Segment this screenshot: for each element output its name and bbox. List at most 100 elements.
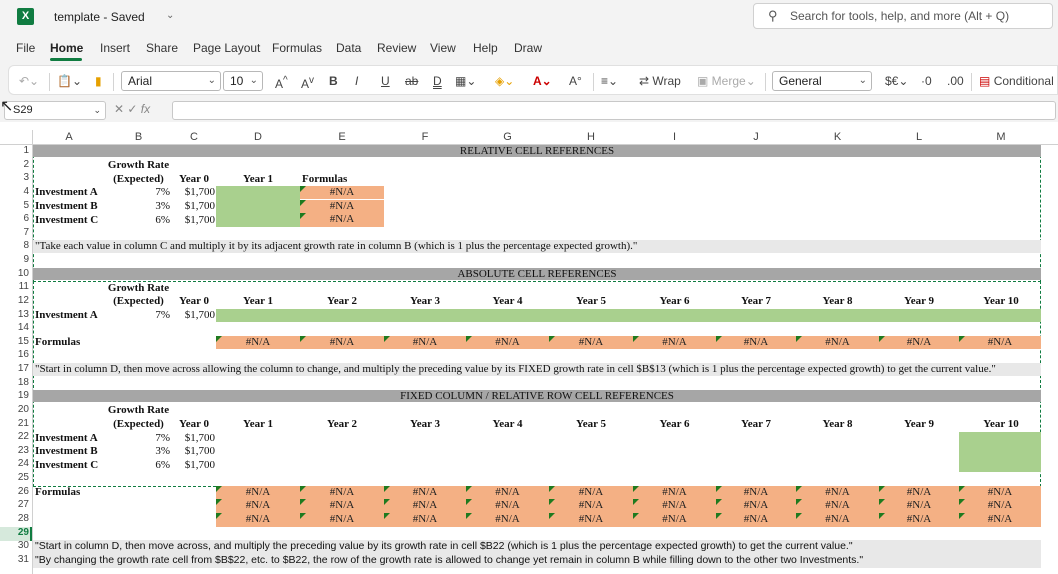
- menu-page-layout[interactable]: Page Layout: [193, 41, 260, 55]
- column-header[interactable]: E: [300, 130, 384, 145]
- undo-icon[interactable]: ↶⌄: [19, 71, 39, 91]
- formula-cell[interactable]: #N/A: [549, 513, 633, 526]
- formula-cell[interactable]: #N/A: [633, 499, 716, 512]
- formula-cell[interactable]: #N/A: [796, 499, 879, 512]
- formula-cell[interactable]: #N/A: [216, 513, 300, 526]
- formula-cell[interactable]: #N/A: [959, 499, 1041, 512]
- formula-cell[interactable]: #N/A: [879, 336, 959, 349]
- fill-color-icon[interactable]: ◈⌄: [495, 71, 514, 91]
- formula-cell[interactable]: #N/A: [300, 499, 384, 512]
- formula-cell[interactable]: #N/A: [716, 336, 796, 349]
- row-header[interactable]: 25: [0, 472, 32, 483]
- merge-button[interactable]: ▣ Merge⌄: [697, 71, 756, 91]
- row-header[interactable]: 6: [0, 213, 32, 224]
- borders-icon[interactable]: ▦⌄: [455, 71, 476, 91]
- formula-cell[interactable]: #N/A: [959, 513, 1041, 526]
- menu-view[interactable]: View: [430, 41, 456, 55]
- row-header[interactable]: 8: [0, 240, 32, 251]
- menu-data[interactable]: Data: [336, 41, 361, 55]
- bold-icon[interactable]: B: [329, 71, 338, 91]
- formula-cell[interactable]: #N/A: [633, 486, 716, 499]
- column-header[interactable]: F: [384, 130, 466, 145]
- menu-help[interactable]: Help: [473, 41, 498, 55]
- column-header[interactable]: L: [879, 130, 959, 145]
- formula-cell[interactable]: #N/A: [879, 486, 959, 499]
- row-header-selected[interactable]: 29: [0, 527, 32, 538]
- menu-home[interactable]: Home: [50, 41, 83, 55]
- row-header[interactable]: 10: [0, 268, 32, 279]
- row-header[interactable]: 19: [0, 390, 32, 401]
- row-header[interactable]: 7: [0, 227, 32, 238]
- column-header[interactable]: C: [172, 130, 216, 145]
- formula-cell[interactable]: #N/A: [633, 336, 716, 349]
- row-header[interactable]: 17: [0, 363, 32, 374]
- row-header[interactable]: 21: [0, 418, 32, 429]
- formula-cell[interactable]: #N/A: [300, 186, 384, 199]
- search-input[interactable]: ⚲ Search for tools, help, and more (Alt …: [753, 3, 1053, 29]
- row-header[interactable]: 27: [0, 499, 32, 510]
- spreadsheet-grid[interactable]: A B C D E F G H I J K L M 1 2 3 4 5 6 7 …: [0, 122, 1058, 574]
- row-header[interactable]: 14: [0, 322, 32, 333]
- year1-green-range[interactable]: [216, 186, 300, 227]
- row-header[interactable]: 2: [0, 159, 32, 170]
- row-header[interactable]: 4: [0, 186, 32, 197]
- formula-cell[interactable]: #N/A: [384, 499, 466, 512]
- row-header[interactable]: 12: [0, 295, 32, 306]
- row-header[interactable]: 23: [0, 445, 32, 456]
- row-header[interactable]: 15: [0, 336, 32, 347]
- currency-button[interactable]: $€⌄: [885, 71, 908, 91]
- column-header[interactable]: K: [796, 130, 879, 145]
- number-format-select[interactable]: General ⌄: [772, 71, 872, 91]
- formula-cell[interactable]: #N/A: [300, 486, 384, 499]
- column-header[interactable]: D: [216, 130, 300, 145]
- menu-file[interactable]: File: [16, 41, 35, 55]
- formula-cell[interactable]: #N/A: [216, 499, 300, 512]
- font-name-select[interactable]: Arial ⌄: [121, 71, 221, 91]
- menu-review[interactable]: Review: [377, 41, 416, 55]
- increase-decimal-icon[interactable]: .00: [947, 71, 964, 91]
- row-header[interactable]: 22: [0, 431, 32, 442]
- column-header[interactable]: A: [33, 130, 105, 145]
- formula-cell[interactable]: #N/A: [466, 486, 549, 499]
- conditional-formatting-button[interactable]: ▤ Conditional: [979, 71, 1054, 91]
- font-size-select[interactable]: 10 ⌄: [223, 71, 263, 91]
- font-color-icon[interactable]: A⌄: [533, 71, 552, 91]
- row-header[interactable]: 28: [0, 513, 32, 524]
- formula-cell[interactable]: #N/A: [959, 486, 1041, 499]
- formula-cell[interactable]: #N/A: [216, 486, 300, 499]
- formula-cell[interactable]: #N/A: [549, 336, 633, 349]
- formula-cell[interactable]: #N/A: [716, 513, 796, 526]
- formula-cell[interactable]: #N/A: [879, 499, 959, 512]
- decrease-decimal-icon[interactable]: ·0: [921, 71, 932, 91]
- chevron-down-icon[interactable]: ⌄: [166, 10, 174, 21]
- formula-cell[interactable]: #N/A: [959, 336, 1041, 349]
- row-header[interactable]: 24: [0, 458, 32, 469]
- formula-cell[interactable]: #N/A: [384, 513, 466, 526]
- increase-font-icon[interactable]: A^: [275, 71, 288, 91]
- double-underline-icon[interactable]: D: [433, 71, 442, 91]
- formula-cell[interactable]: #N/A: [716, 486, 796, 499]
- menu-draw[interactable]: Draw: [514, 41, 542, 55]
- formula-cell[interactable]: #N/A: [633, 513, 716, 526]
- strikethrough-icon[interactable]: ab: [405, 71, 418, 91]
- menu-insert[interactable]: Insert: [100, 41, 130, 55]
- row-header[interactable]: 18: [0, 377, 32, 388]
- formula-cell[interactable]: #N/A: [716, 499, 796, 512]
- formula-cell[interactable]: #N/A: [300, 336, 384, 349]
- row-header[interactable]: 30: [0, 540, 32, 551]
- formula-cell[interactable]: #N/A: [466, 499, 549, 512]
- column-header[interactable]: H: [549, 130, 633, 145]
- row-header[interactable]: 11: [0, 281, 32, 292]
- row-header[interactable]: 31: [0, 554, 32, 565]
- align-icon[interactable]: ≡⌄: [601, 71, 618, 91]
- row-header[interactable]: 3: [0, 172, 32, 183]
- italic-icon[interactable]: I: [355, 71, 358, 91]
- formula-cell[interactable]: #N/A: [216, 336, 300, 349]
- formula-cell[interactable]: #N/A: [879, 513, 959, 526]
- row-header[interactable]: 9: [0, 254, 32, 265]
- column-header[interactable]: J: [716, 130, 796, 145]
- menu-share[interactable]: Share: [146, 41, 178, 55]
- formula-cell[interactable]: #N/A: [549, 486, 633, 499]
- year10-green-range[interactable]: [959, 432, 1041, 472]
- paste-icon[interactable]: 📋⌄: [57, 71, 82, 91]
